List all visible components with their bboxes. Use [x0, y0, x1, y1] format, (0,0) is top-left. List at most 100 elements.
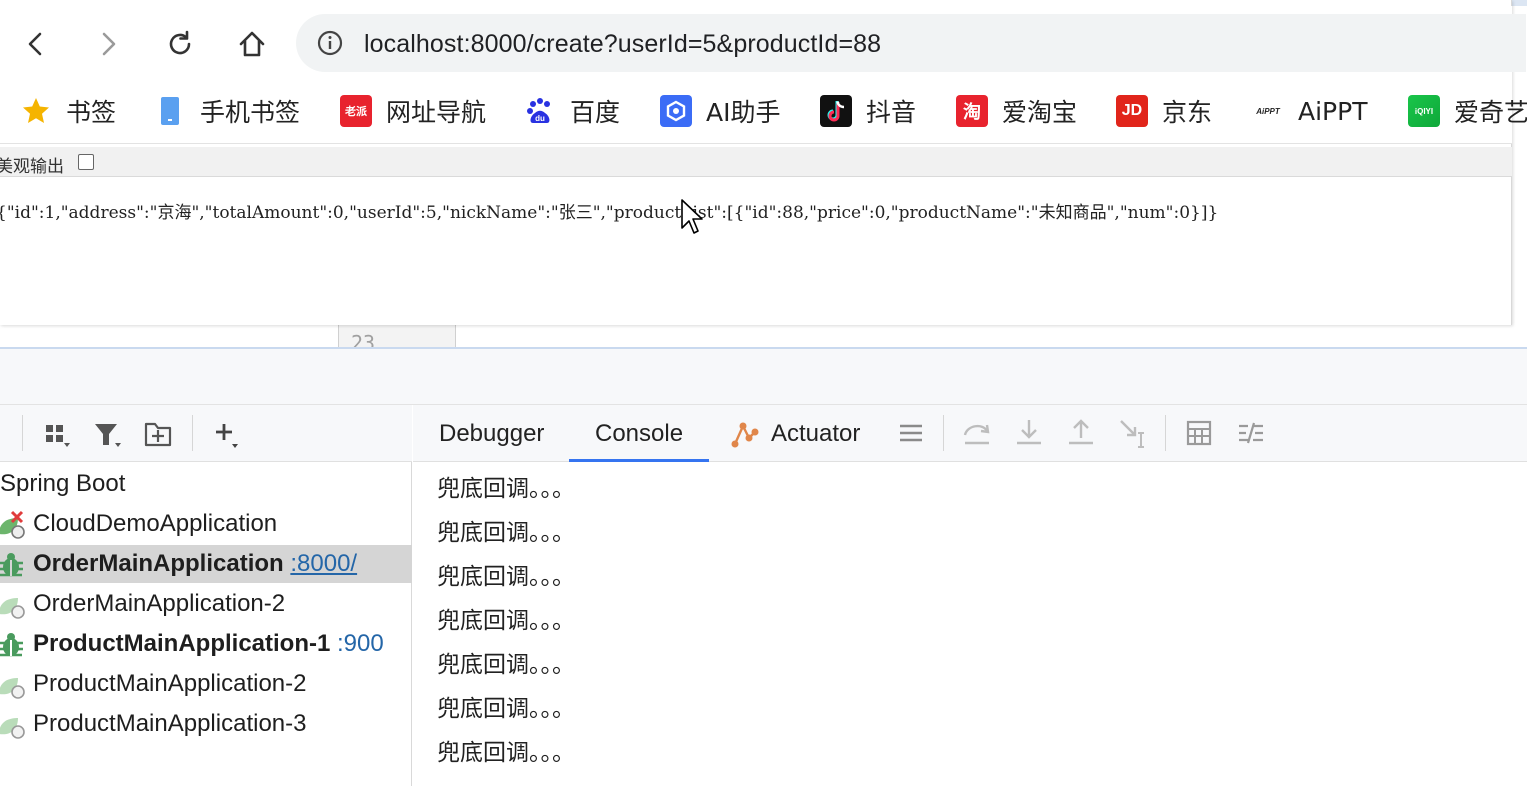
forward-arrow-icon: [102, 32, 116, 56]
tab-label: Console: [595, 419, 684, 447]
tab-label: Debugger: [439, 419, 545, 447]
service-port-link[interactable]: :900: [337, 630, 384, 657]
back-arrow-icon: [28, 32, 42, 56]
step-into-icon[interactable]: [1013, 417, 1045, 449]
tree-item-productmain-3[interactable]: ProductMainApplication-3: [0, 705, 412, 743]
bookmark-label: AiPPT: [1298, 96, 1368, 126]
tree-item-label: ProductMainApplication-2: [33, 670, 307, 697]
group-by-icon[interactable]: [42, 418, 74, 450]
taobao-icon: 淘: [956, 95, 988, 127]
tab-actuator[interactable]: Actuator: [729, 405, 860, 462]
url-text[interactable]: localhost:8000/create?userId=5&productId…: [364, 30, 881, 59]
phone-bookmark-icon: [154, 95, 186, 127]
debug-bug-icon: [0, 633, 23, 657]
tree-item-ordermain-2[interactable]: OrderMainApplication-2: [0, 585, 412, 623]
actuator-icon: [731, 422, 759, 447]
back-button[interactable]: [16, 24, 56, 64]
filter-icon[interactable]: [92, 418, 124, 450]
home-button[interactable]: [232, 24, 272, 64]
site-info-icon[interactable]: [316, 29, 344, 57]
bookmark-label: AI助手: [706, 98, 781, 127]
aippt-icon: AiPPT: [1256, 106, 1280, 116]
tab-console[interactable]: Console: [569, 405, 710, 462]
services-panel: Spring Boot CloudDemoApplication OrderMa…: [0, 405, 412, 786]
console-output: 兜底回调。。。 兜底回调。。。 兜底回调。。。 兜底回调。。。 兜底回调。。。 …: [437, 469, 575, 777]
services-header: [0, 349, 1527, 405]
bookmark-mobile-bookmarks[interactable]: 手机书签: [154, 94, 300, 128]
svg-text:du: du: [535, 114, 545, 123]
bookmark-label: 手机书签: [200, 98, 301, 127]
console-line: 兜底回调。。。: [437, 740, 575, 766]
address-bar[interactable]: localhost:8000/create?userId=5&productId…: [296, 14, 1526, 72]
tab-label: Actuator: [771, 419, 861, 447]
bookmark-label: 网址导航: [386, 98, 487, 127]
pretty-print-checkbox[interactable]: [78, 154, 94, 170]
bookmark-douyin[interactable]: 抖音: [820, 94, 916, 128]
toolbar-separator: [1165, 415, 1166, 451]
baidu-icon: du: [524, 95, 556, 127]
service-name: OrderMainApplication: [33, 550, 284, 577]
service-port-link[interactable]: :8000/: [290, 550, 357, 577]
bookmark-ai-assistant[interactable]: AI助手: [660, 94, 780, 128]
bookmark-aippt[interactable]: AiPPT AiPPT: [1252, 94, 1367, 128]
tree-item-clouddemo[interactable]: CloudDemoApplication: [0, 505, 412, 543]
debug-panel: Debugger Console Actuator 兜底回调。。。 兜底回调。。…: [413, 405, 1527, 786]
spring-stopped-icon: [0, 718, 25, 739]
console-line: 兜底回调。。。: [437, 652, 575, 678]
jd-icon: JD: [1116, 95, 1148, 127]
bookmark-label: 抖音: [866, 98, 917, 127]
add-icon[interactable]: [210, 418, 242, 450]
debug-tabs: Debugger Console Actuator: [413, 405, 1527, 462]
pretty-print-bar: 美观输出: [0, 147, 1512, 177]
bookmark-jd[interactable]: JD 京东: [1116, 94, 1212, 128]
iqiyi-icon: iQIYI: [1408, 95, 1440, 127]
reload-button[interactable]: [160, 24, 200, 64]
tree-group-spring-boot[interactable]: Spring Boot: [0, 465, 412, 503]
tree-group-label: Spring Boot: [0, 470, 126, 497]
console-line: 兜底回调。。。: [437, 564, 575, 590]
bookmark-iqiyi[interactable]: iQIYI 爱奇艺: [1408, 94, 1527, 128]
tree-item-ordermain[interactable]: OrderMainApplication :8000/: [0, 545, 412, 583]
menu-icon[interactable]: [895, 417, 927, 449]
bookmark-taobao[interactable]: 淘 爱淘宝: [956, 94, 1077, 128]
mouse-cursor-icon: [681, 199, 703, 234]
toolbar-separator: [192, 415, 193, 451]
json-response: {"id":1,"address":"京海","totalAmount":0,"…: [0, 203, 1219, 223]
bookmark-site-navigation[interactable]: 老派 网址导航: [340, 94, 486, 128]
browser-toolbar: localhost:8000/create?userId=5&productId…: [0, 6, 1526, 80]
home-icon: [239, 31, 265, 57]
bookmark-bookmarks[interactable]: 书签: [20, 94, 116, 128]
reload-icon: [169, 30, 191, 55]
tree-item-label: ProductMainApplication-1 :900: [33, 630, 384, 658]
bookmark-label: 爱淘宝: [1002, 98, 1078, 127]
pretty-print-label: 美观输出: [0, 157, 64, 177]
bookmark-baidu[interactable]: du 百度: [524, 94, 620, 128]
forward-button[interactable]: [88, 24, 128, 64]
step-over-icon[interactable]: [961, 417, 993, 449]
star-icon: [20, 95, 52, 127]
tab-debugger[interactable]: Debugger: [439, 405, 544, 462]
tree-item-productmain-2[interactable]: ProductMainApplication-2: [0, 665, 412, 703]
trace-icon[interactable]: [1235, 417, 1267, 449]
tree-item-label: OrderMainApplication-2: [33, 590, 286, 617]
new-service-icon[interactable]: [142, 418, 174, 450]
debug-bug-icon: [0, 553, 23, 577]
bookmark-label: 爱奇艺: [1454, 98, 1527, 127]
run-to-cursor-icon[interactable]: [1117, 417, 1149, 449]
bookmark-label: 京东: [1162, 98, 1213, 127]
douyin-icon: [820, 95, 852, 127]
bookmarks-bar: 书签 手机书签 老派 网址导航 du 百度 AI助手 抖音 淘 爱淘宝 JD 京…: [0, 80, 1527, 144]
nav-site-icon: 老派: [340, 95, 372, 127]
spring-stopped-icon: [0, 598, 25, 619]
spring-error-icon: [0, 510, 25, 539]
step-out-icon[interactable]: [1065, 417, 1097, 449]
console-line: 兜底回调。。。: [437, 696, 575, 722]
tree-item-label: OrderMainApplication :8000/: [33, 550, 357, 578]
ai-assistant-icon: [660, 95, 692, 127]
services-toolbar: [0, 405, 412, 462]
evaluate-icon[interactable]: [1183, 417, 1215, 449]
line-gutter: 23: [338, 325, 456, 355]
toolbar-separator: [22, 415, 23, 451]
console-line: 兜底回调。。。: [437, 476, 575, 502]
tree-item-productmain-1[interactable]: ProductMainApplication-1 :900: [0, 625, 412, 663]
